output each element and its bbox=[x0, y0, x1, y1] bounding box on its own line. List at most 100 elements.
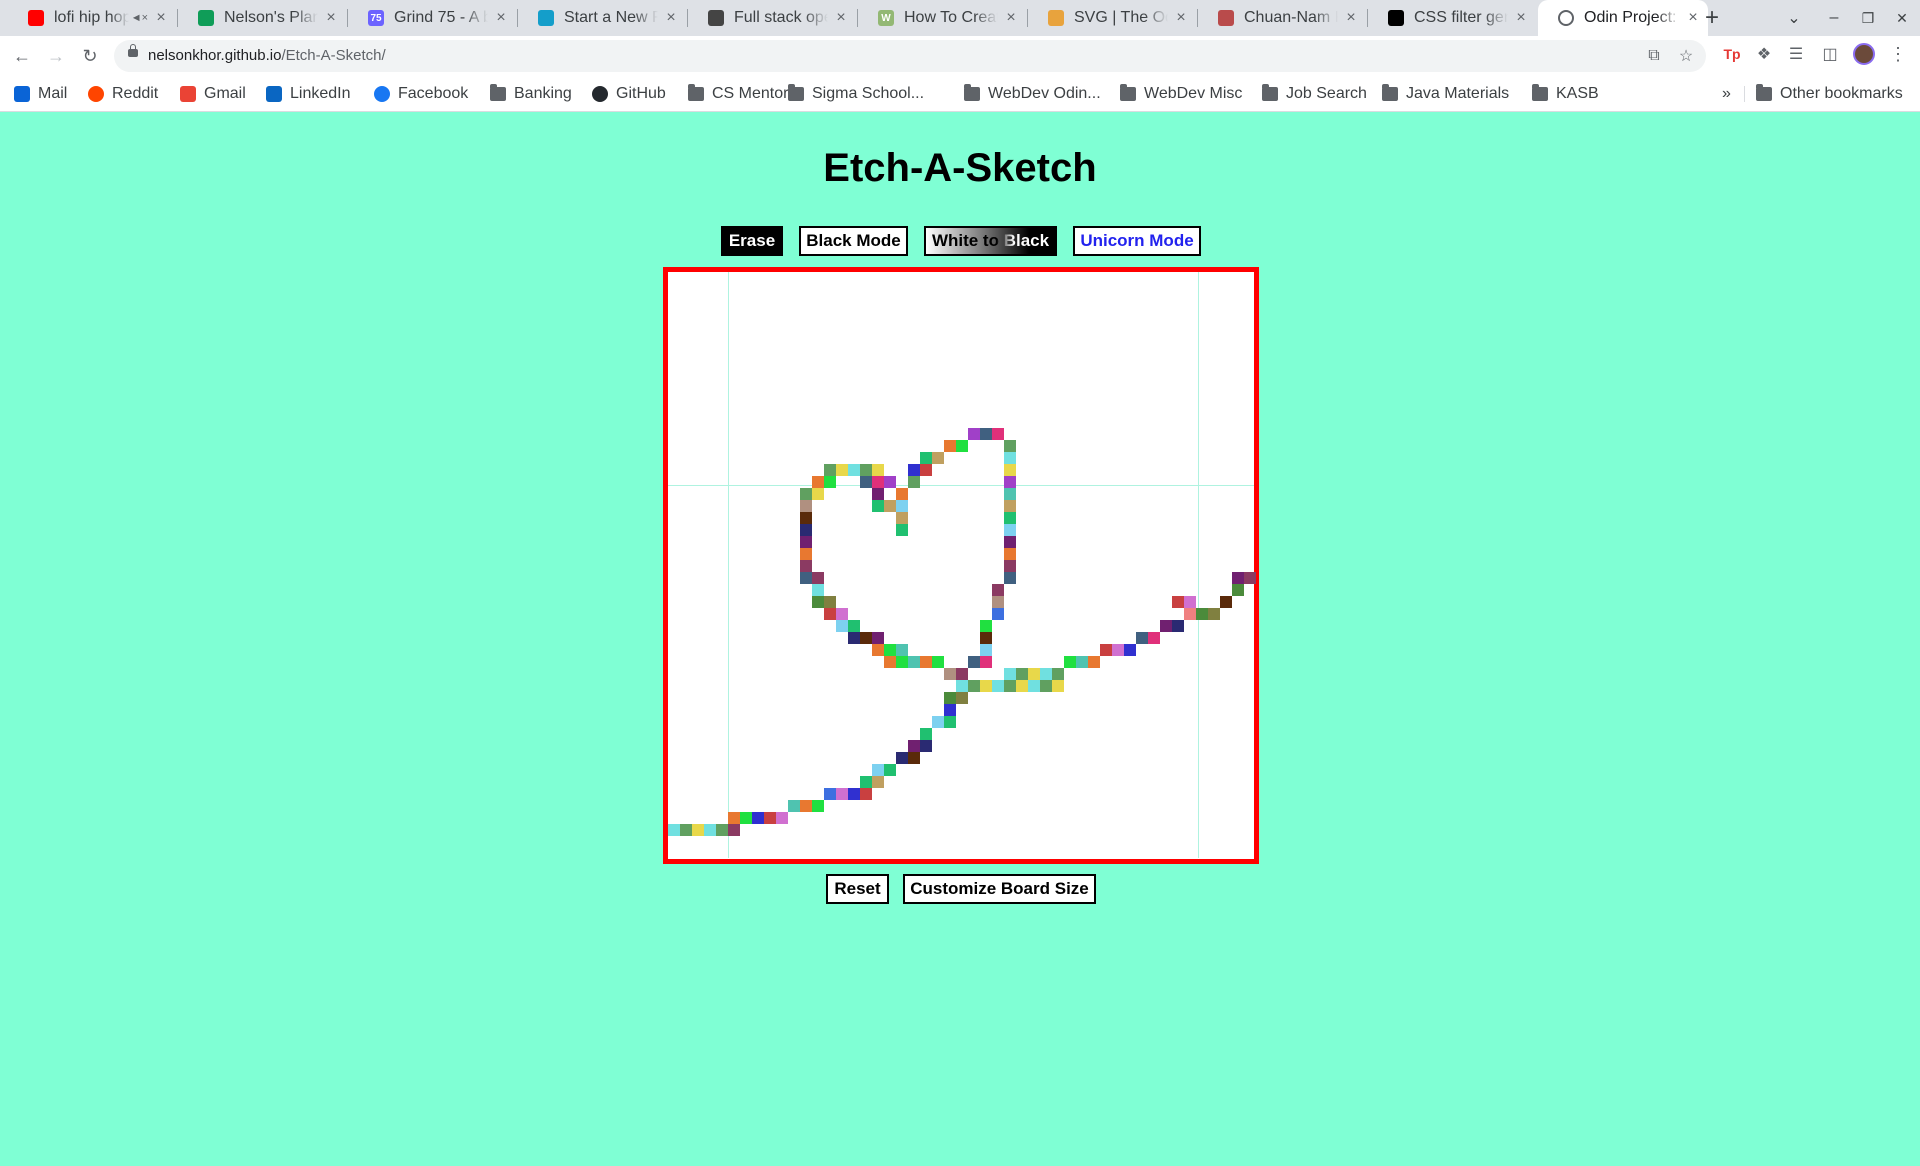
extension-tp-icon[interactable]: Tp bbox=[1720, 42, 1744, 66]
painted-cell[interactable] bbox=[944, 704, 956, 716]
painted-cell[interactable] bbox=[836, 620, 848, 632]
lock-icon[interactable] bbox=[128, 44, 138, 57]
kebab-menu-icon[interactable]: ⋮ bbox=[1886, 42, 1910, 66]
painted-cell[interactable] bbox=[824, 608, 836, 620]
painted-cell[interactable] bbox=[800, 572, 812, 584]
mute-icon[interactable]: ◄× bbox=[131, 12, 148, 24]
painted-cell[interactable] bbox=[884, 476, 896, 488]
painted-cell[interactable] bbox=[1136, 632, 1148, 644]
tab-6[interactable]: W How To Create an SVG× bbox=[858, 0, 1026, 36]
painted-cell[interactable] bbox=[980, 680, 992, 692]
painted-cell[interactable] bbox=[992, 428, 1004, 440]
bookmark-github[interactable]: GitHub bbox=[592, 84, 666, 104]
painted-cell[interactable] bbox=[1184, 596, 1196, 608]
tab-3[interactable]: 75 Grind 75 - A better LeetCode× bbox=[348, 0, 516, 36]
painted-cell[interactable] bbox=[908, 476, 920, 488]
painted-cell[interactable] bbox=[1184, 608, 1196, 620]
puzzle-icon[interactable]: ❖ bbox=[1752, 42, 1776, 66]
painted-cell[interactable] bbox=[848, 632, 860, 644]
sketch-board[interactable] bbox=[663, 267, 1259, 864]
close-tab-icon[interactable]: × bbox=[322, 9, 340, 27]
painted-cell[interactable] bbox=[968, 428, 980, 440]
painted-cell[interactable] bbox=[908, 464, 920, 476]
painted-cell[interactable] bbox=[1004, 512, 1016, 524]
bookmark-gmail[interactable]: Gmail bbox=[180, 84, 246, 104]
painted-cell[interactable] bbox=[824, 788, 836, 800]
painted-cell[interactable] bbox=[872, 632, 884, 644]
painted-cell[interactable] bbox=[872, 764, 884, 776]
painted-cell[interactable] bbox=[980, 428, 992, 440]
painted-cell[interactable] bbox=[860, 464, 872, 476]
close-window-icon[interactable]: ✕ bbox=[1888, 4, 1916, 32]
painted-cell[interactable] bbox=[932, 716, 944, 728]
erase-button[interactable]: Erase bbox=[721, 226, 783, 256]
painted-cell[interactable] bbox=[728, 812, 740, 824]
close-tab-icon[interactable]: × bbox=[662, 9, 680, 27]
painted-cell[interactable] bbox=[908, 752, 920, 764]
painted-cell[interactable] bbox=[1004, 560, 1016, 572]
painted-cell[interactable] bbox=[980, 632, 992, 644]
tab-8[interactable]: Chuan-Nam Kuo× bbox=[1198, 0, 1366, 36]
avatar[interactable] bbox=[1852, 42, 1876, 66]
painted-cell[interactable] bbox=[908, 740, 920, 752]
painted-cell[interactable] bbox=[1004, 680, 1016, 692]
bookmark-reddit[interactable]: Reddit bbox=[88, 84, 158, 104]
painted-cell[interactable] bbox=[968, 680, 980, 692]
painted-cell[interactable] bbox=[812, 488, 824, 500]
tab-2[interactable]: Nelson's Plan × bbox=[178, 0, 346, 36]
painted-cell[interactable] bbox=[1172, 596, 1184, 608]
painted-cell[interactable] bbox=[800, 500, 812, 512]
painted-cell[interactable] bbox=[1100, 644, 1112, 656]
painted-cell[interactable] bbox=[1244, 572, 1256, 584]
painted-cell[interactable] bbox=[884, 644, 896, 656]
painted-cell[interactable] bbox=[848, 788, 860, 800]
painted-cell[interactable] bbox=[1016, 668, 1028, 680]
painted-cell[interactable] bbox=[1004, 668, 1016, 680]
painted-cell[interactable] bbox=[872, 776, 884, 788]
painted-cell[interactable] bbox=[1004, 500, 1016, 512]
painted-cell[interactable] bbox=[800, 524, 812, 536]
painted-cell[interactable] bbox=[800, 488, 812, 500]
painted-cell[interactable] bbox=[788, 800, 800, 812]
painted-cell[interactable] bbox=[860, 788, 872, 800]
painted-cell[interactable] bbox=[872, 488, 884, 500]
restore-icon[interactable]: ❐ bbox=[1854, 4, 1882, 32]
new-tab-icon[interactable]: + bbox=[1698, 4, 1726, 32]
tab-5[interactable]: Full stack open× bbox=[688, 0, 856, 36]
painted-cell[interactable] bbox=[908, 656, 920, 668]
reset-button[interactable]: Reset bbox=[826, 874, 889, 904]
painted-cell[interactable] bbox=[920, 740, 932, 752]
painted-cell[interactable] bbox=[1148, 632, 1160, 644]
painted-cell[interactable] bbox=[824, 596, 836, 608]
media-control-icon[interactable]: ☰ bbox=[1784, 42, 1808, 66]
painted-cell[interactable] bbox=[896, 512, 908, 524]
close-tab-icon[interactable]: × bbox=[1172, 9, 1190, 27]
painted-cell[interactable] bbox=[1124, 644, 1136, 656]
painted-cell[interactable] bbox=[1004, 548, 1016, 560]
painted-cell[interactable] bbox=[1052, 680, 1064, 692]
painted-cell[interactable] bbox=[932, 656, 944, 668]
painted-cell[interactable] bbox=[992, 584, 1004, 596]
painted-cell[interactable] bbox=[1004, 464, 1016, 476]
painted-cell[interactable] bbox=[872, 644, 884, 656]
bookmark-mail[interactable]: Mail bbox=[14, 84, 67, 104]
painted-cell[interactable] bbox=[896, 644, 908, 656]
painted-cell[interactable] bbox=[680, 824, 692, 836]
painted-cell[interactable] bbox=[932, 452, 944, 464]
tab-4[interactable]: Start a New React Project× bbox=[518, 0, 686, 36]
bookmarks-overflow-icon[interactable]: » bbox=[1722, 84, 1731, 104]
tab-search-icon[interactable]: ⌄ bbox=[1780, 4, 1808, 32]
painted-cell[interactable] bbox=[980, 656, 992, 668]
painted-cell[interactable] bbox=[920, 464, 932, 476]
painted-cell[interactable] bbox=[944, 668, 956, 680]
painted-cell[interactable] bbox=[1040, 680, 1052, 692]
side-panel-icon[interactable]: ◫ bbox=[1818, 42, 1842, 66]
painted-cell[interactable] bbox=[860, 476, 872, 488]
painted-cell[interactable] bbox=[752, 812, 764, 824]
painted-cell[interactable] bbox=[824, 476, 836, 488]
painted-cell[interactable] bbox=[812, 596, 824, 608]
painted-cell[interactable] bbox=[884, 500, 896, 512]
bookmark-linkedin[interactable]: LinkedIn bbox=[266, 84, 351, 104]
painted-cell[interactable] bbox=[848, 464, 860, 476]
painted-cell[interactable] bbox=[872, 464, 884, 476]
